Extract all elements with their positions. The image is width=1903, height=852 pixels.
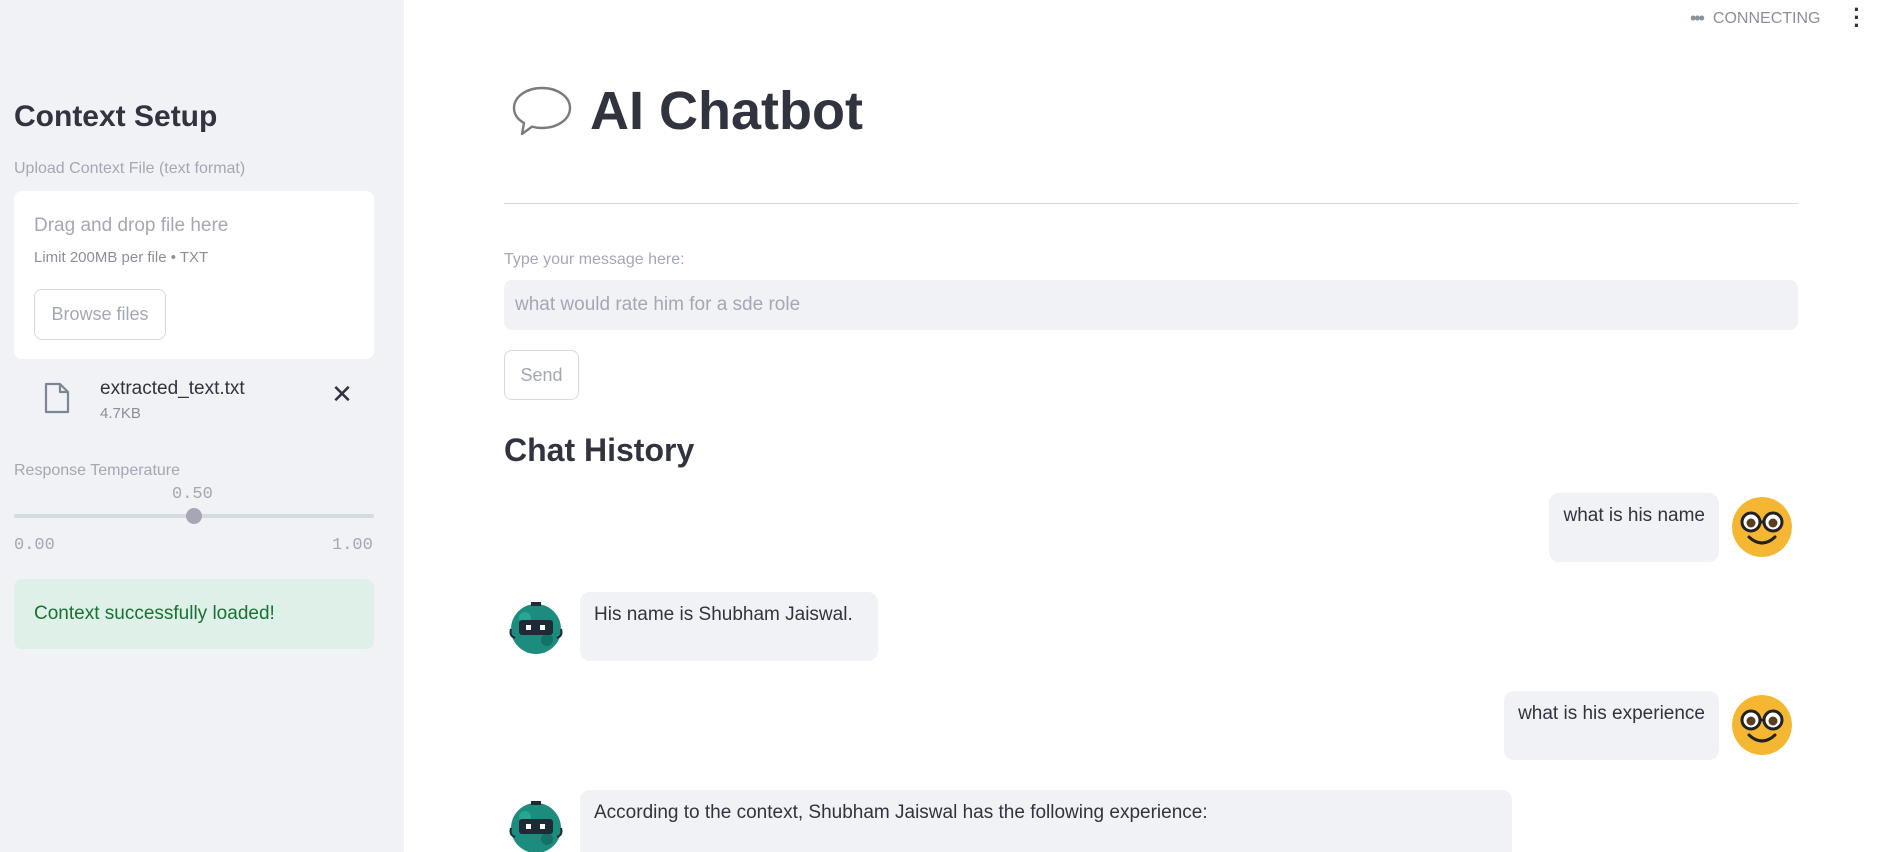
file-icon [44, 382, 70, 414]
slider-value: 0.50 [172, 485, 213, 504]
connection-status: ••• CONNECTING [1690, 8, 1820, 29]
uploaded-file: extracted_text.txt 4.7KB ✕ [40, 372, 374, 428]
status-text: CONNECTING [1712, 9, 1821, 27]
user-message: what is his name [1549, 493, 1719, 562]
user-message: what is his experience [1504, 691, 1719, 760]
upload-label: Upload Context File (text format) [14, 160, 246, 177]
close-icon[interactable]: ✕ [330, 381, 354, 407]
message-input-label: Type your message here: [504, 251, 685, 268]
temperature-slider-handle[interactable] [186, 508, 202, 524]
chat-history-title: Chat History [504, 432, 695, 468]
browse-files-button[interactable]: Browse files [34, 289, 166, 340]
message-text: what is his experience [1518, 703, 1705, 724]
temperature-label: Response Temperature [14, 462, 181, 479]
dropzone-limit: Limit 200MB per file • TXT [34, 249, 209, 266]
nerd-face-avatar-icon [1732, 497, 1792, 557]
message-input[interactable] [504, 280, 1798, 330]
send-button[interactable]: Send [504, 350, 579, 400]
message-text: what is his name [1563, 505, 1705, 526]
file-name: extracted_text.txt [100, 378, 245, 399]
robot-avatar-icon [509, 801, 563, 852]
loading-dots-icon: ••• [1690, 8, 1705, 28]
page-title: AI Chatbot [590, 81, 863, 141]
robot-avatar-icon [509, 602, 563, 654]
sidebar: Context Setup Upload Context File (text … [0, 0, 404, 852]
bot-message: His name is Shubham Jaiswal. [580, 592, 878, 661]
main-menu-icon[interactable]: · · · [1850, 0, 1864, 37]
file-size: 4.7KB [100, 405, 141, 422]
divider [504, 203, 1798, 204]
success-alert: Context successfully loaded! [14, 579, 374, 649]
sidebar-title: Context Setup [14, 100, 218, 133]
slider-min: 0.00 [14, 536, 55, 555]
message-text: His name is Shubham Jaiswal. [594, 604, 853, 625]
dropzone-text: Drag and drop file here [34, 215, 229, 236]
message-text: According to the context, Shubham Jaiswa… [594, 802, 1208, 823]
nerd-face-avatar-icon [1732, 695, 1792, 755]
file-dropzone[interactable]: Drag and drop file here Limit 200MB per … [14, 191, 374, 359]
bot-message: According to the context, Shubham Jaiswa… [580, 790, 1512, 852]
speech-bubble-icon [512, 86, 572, 136]
success-text: Context successfully loaded! [34, 603, 275, 624]
slider-max: 1.00 [332, 536, 373, 555]
